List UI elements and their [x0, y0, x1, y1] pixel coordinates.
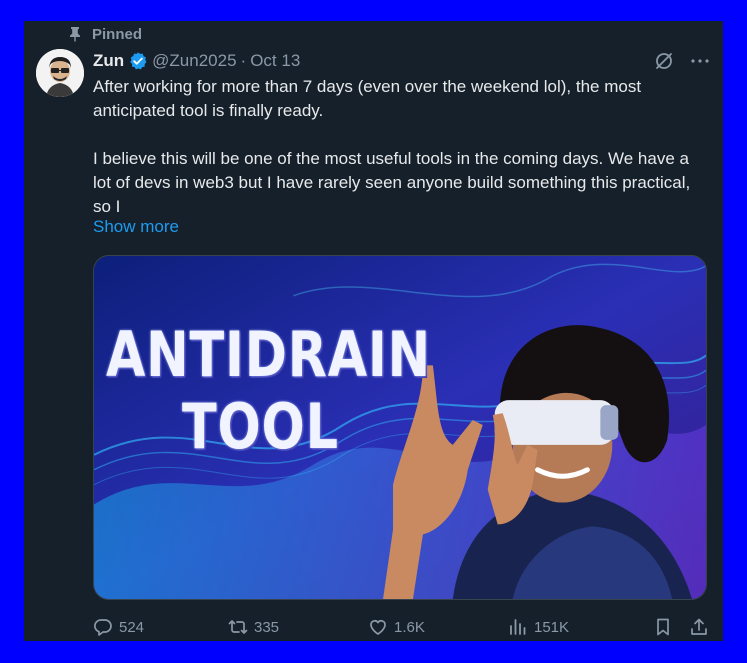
pin-icon [68, 26, 82, 42]
header-separator: · [240, 51, 247, 70]
grok-icon[interactable] [653, 50, 675, 72]
image-title-line2: TOOL [182, 390, 339, 463]
pinned-label: Pinned [92, 25, 143, 43]
image-title-line1: ANTIDRAIN [106, 318, 432, 391]
reply-icon [94, 619, 112, 636]
header-actions [653, 50, 711, 72]
post-text: After working for more than 7 days (even… [93, 77, 691, 216]
views-count: 151K [534, 618, 570, 636]
share-icon [691, 618, 707, 635]
author-name[interactable]: Zun [93, 51, 124, 71]
post-date[interactable]: Oct 13 [250, 51, 300, 71]
repost-count: 335 [254, 618, 280, 636]
tweet-header: Zun @Zun2025 · Oct 13 [93, 50, 711, 72]
action-tail [653, 617, 709, 637]
author-handle[interactable]: @Zun2025 [152, 51, 236, 71]
avatar[interactable] [36, 49, 84, 97]
views-button[interactable]: 151K [508, 617, 653, 637]
like-count: 1.6K [394, 618, 425, 636]
repost-button[interactable]: 335 [228, 617, 368, 637]
views-icon [510, 619, 526, 635]
reply-count: 524 [119, 618, 145, 636]
share-button[interactable] [689, 617, 709, 637]
tweet-card[interactable]: Pinned Zun @Zun2025 · Oct 13 After worki… [24, 21, 723, 641]
verified-badge-icon[interactable] [128, 51, 148, 71]
reply-button[interactable]: 524 [93, 617, 228, 637]
like-icon [370, 620, 386, 635]
repost-icon [228, 620, 248, 634]
more-icon[interactable] [689, 50, 711, 72]
like-button[interactable]: 1.6K [368, 617, 508, 637]
pinned-row: Pinned [68, 24, 142, 44]
show-more-link[interactable]: Show more [93, 217, 179, 237]
bookmark-button[interactable] [653, 617, 673, 637]
bookmark-icon [657, 618, 669, 636]
post-image[interactable]: ANTIDRAIN TOOL [93, 255, 707, 600]
action-bar: 524 335 1.6K 151K [93, 615, 709, 639]
